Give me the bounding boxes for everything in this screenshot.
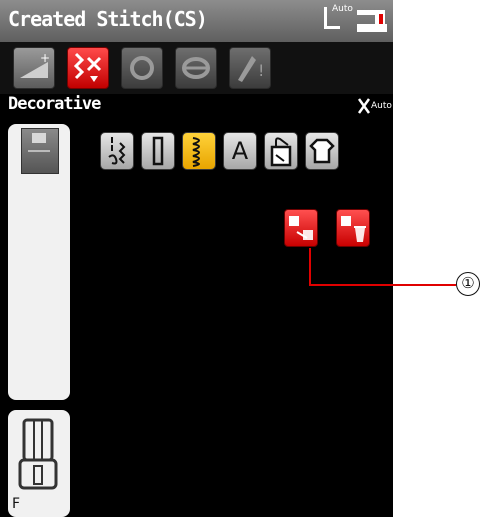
mode-button-created-stitch[interactable]	[67, 47, 109, 89]
add-created-stitch-button[interactable]	[284, 209, 318, 247]
stitch-thumbnail[interactable]	[21, 128, 59, 174]
category-auto-label: Auto	[371, 101, 392, 111]
quilt-icon	[270, 137, 292, 167]
page-title: Created Stitch(CS)	[8, 7, 208, 31]
category-label: Decorative	[8, 94, 101, 114]
svg-text:+: +	[40, 51, 50, 65]
letter-a-label: A	[231, 137, 249, 165]
presser-foot-panel: F	[8, 410, 70, 517]
stitch-group-quilt[interactable]	[264, 132, 298, 170]
needle-plus-icon: +	[20, 51, 50, 78]
presser-auto-label: Auto	[332, 4, 353, 14]
stitch-group-decorative[interactable]	[182, 132, 216, 170]
zigzag-stitch-icon	[108, 137, 126, 165]
title-bar: Created Stitch(CS) Auto	[0, 0, 393, 43]
machine-icon	[357, 10, 387, 32]
delete-created-stitch-button[interactable]	[336, 209, 370, 247]
memory-add-icon	[289, 216, 313, 240]
callout-number: ①	[456, 272, 480, 296]
callout-line	[309, 284, 456, 286]
bobbin-icon	[130, 56, 154, 80]
mode-button-direct-sew[interactable]: +	[13, 47, 55, 89]
memory-delete-icon	[341, 216, 366, 242]
buttonhole-icon	[152, 136, 164, 166]
mode-button-settings[interactable]	[175, 47, 217, 89]
presser-foot-f-icon	[18, 418, 58, 490]
thread-cutter-icon	[357, 98, 371, 114]
shirt-icon	[309, 138, 335, 164]
mode-button-bobbin[interactable]	[121, 47, 163, 89]
stitch-group-garment[interactable]	[305, 132, 339, 170]
stitch-group-utility[interactable]	[100, 132, 134, 170]
created-stitch-icon	[73, 52, 102, 82]
settings-icon	[182, 57, 210, 79]
edit-warning-icon: !	[238, 56, 264, 82]
presser-foot-letter: F	[12, 496, 21, 512]
sewing-machine-screen: Created Stitch(CS) Auto + ! Decorative A…	[0, 0, 393, 517]
stitch-group-buttonhole[interactable]	[141, 132, 175, 170]
presser-thumb-icon	[28, 133, 50, 152]
svg-text:!: !	[258, 61, 264, 80]
satin-stitch-icon	[192, 137, 200, 167]
mode-button-edit[interactable]: !	[229, 47, 271, 89]
callout-line	[309, 248, 311, 286]
stitch-group-letters[interactable]: A	[223, 132, 257, 170]
